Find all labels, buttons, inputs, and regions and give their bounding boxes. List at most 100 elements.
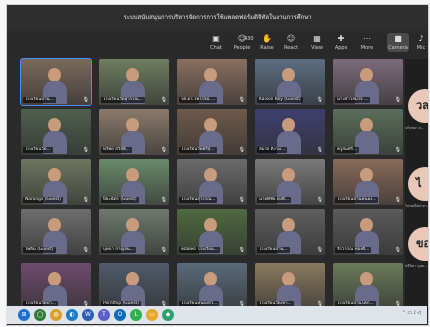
toolbar-label: Camera	[388, 45, 408, 51]
participant-tile[interactable]: โรงเรียนบ้าน... 🎙	[20, 58, 92, 106]
mic-button[interactable]: ♪ Mic	[410, 33, 428, 52]
participant-tile[interactable]: โรงเรียนวัดสุวรรณ... 🎙	[99, 59, 169, 105]
participant-tile[interactable]: โรงเรียนบ้านโคก... 🎙	[333, 263, 403, 309]
participant-tile[interactable]: นายพิชัย คงดี... 🎙	[255, 159, 325, 205]
participant-name: โรงเรียนวัดสุวรรณ...	[101, 97, 145, 103]
word-icon[interactable]: W	[82, 309, 94, 321]
participant-tile[interactable]: ไพลิน (Guest) 🎙	[21, 209, 91, 255]
participant-tile[interactable]: คณิตพร โรงเรียน... 🎙	[177, 209, 247, 255]
participant-name: โรงเรียนบ้านหนอง...	[335, 197, 379, 203]
participant-tile[interactable]: Kaison Key (Guest) 🎙	[255, 59, 325, 105]
avatar[interactable]: ไ	[408, 167, 428, 201]
mic-muted-icon: 🎙	[394, 197, 401, 203]
react-button[interactable]: ☺ React	[280, 33, 302, 52]
meeting-window: ระบบสนับสนุนการบริหารจัดการการใช้แพลตฟอร…	[6, 4, 429, 326]
app-icon[interactable]: ◆	[162, 309, 174, 321]
mic-muted-icon: 🎙	[82, 97, 89, 103]
participant-name: คณิตพร โรงเรียน...	[179, 247, 220, 253]
mic-muted-icon: 🎙	[316, 247, 323, 253]
mic-muted-icon: 🎙	[316, 97, 323, 103]
outlook-icon[interactable]: O	[114, 309, 126, 321]
participant-tile[interactable]: โรงเรียนวัดศรีสุ... 🎙	[177, 109, 247, 155]
participant-tile[interactable]: โรงเรียนบ้านหนอง... 🎙	[333, 159, 403, 205]
more-button[interactable]: ⋯ More	[356, 33, 378, 52]
mic-muted-icon: 🎙	[238, 147, 245, 153]
participant-tile[interactable]: ปิยะฉัตร (Guest) 🎙	[99, 159, 169, 205]
participant-name: นายพิชัย คงดี...	[257, 197, 292, 203]
edge-icon[interactable]: ◐	[66, 309, 78, 321]
mic-muted-icon: 🎙	[160, 147, 167, 153]
mic-muted-icon: 🎙	[394, 247, 401, 253]
search-icon[interactable]: ◯	[34, 309, 46, 321]
participant-tile[interactable]: ครูสมศรี... 🎙	[333, 109, 403, 155]
participant-tile[interactable]: โรงเรียนสุวรรณ... 🎙	[177, 159, 247, 205]
participant-tile[interactable]: โรงเรียนวัด... 🎙	[21, 109, 91, 155]
smile-icon: ☺	[286, 34, 296, 43]
participant-tile[interactable]: โรงเรียนวัดเขา... 🎙	[255, 263, 325, 309]
participant-tile[interactable]: จิรวรรณ ทองดี... 🎙	[333, 209, 403, 255]
line-icon[interactable]: L	[130, 309, 142, 321]
folder-icon[interactable]: ▭	[146, 309, 158, 321]
avatar[interactable]: ขอ	[408, 227, 428, 261]
participant-name: โรงเรียนสุวรรณ...	[179, 197, 218, 203]
participant-tile[interactable]: Narongs (Guest) 🎙	[21, 159, 91, 205]
meeting-toolbar: ▣ Chat ☺ People ✋ Raise ☺ React ▦ View ✚ Apps ⋯ More ■…	[7, 33, 428, 57]
participants-count: 430	[244, 36, 254, 42]
toolbar-label: Chat	[210, 45, 222, 51]
participant-tile[interactable]: Pornthip (Guest) 🎙	[99, 263, 169, 309]
view-button[interactable]: ▦ View	[306, 33, 328, 52]
mic-muted-icon: 🎙	[160, 97, 167, 103]
chat-button[interactable]: ▣ Chat	[205, 33, 227, 52]
participant-name: Kaison Key (Guest)	[257, 97, 303, 103]
participant-tile[interactable]: บุษบา กาญจน... 🎙	[99, 209, 169, 255]
mic-muted-icon: 🎙	[316, 147, 323, 153]
participant-tile[interactable]: นางสาวสมใจ ... 🎙	[333, 59, 403, 105]
participant-tile[interactable]: โรงเรียนหนองบัว... 🎙	[177, 263, 247, 309]
avatar[interactable]: วล	[408, 89, 428, 123]
participant-name: โรงเรียนบ้าน...	[257, 247, 290, 253]
participant-name: ทรัพย์ สวัสดิ์...	[101, 147, 132, 153]
teams-icon[interactable]: T	[98, 309, 110, 321]
participant-tile[interactable]: โรงเรียนบ้าน... 🎙	[255, 209, 325, 255]
toolbar-label: Raise	[260, 45, 274, 51]
participant-tile[interactable]: รศ.ดร.ไพโรจน์ ... 🎙	[177, 59, 247, 105]
participant-name: รศ.ดร.ไพโรจน์ ...	[179, 97, 218, 103]
camera-button[interactable]: ■ Camera	[387, 33, 409, 52]
toolbar-label: Apps	[334, 45, 348, 51]
raise-button[interactable]: ✋ Raise	[256, 33, 278, 52]
apps-icon: ✚	[337, 34, 345, 43]
participant-tile[interactable]: โรงเรียนวัดป่า... 🎙	[21, 263, 91, 309]
participant-name: ไพลิน (Guest)	[23, 247, 56, 253]
participant-name: สมใจ ดีงาม...	[257, 147, 288, 153]
mic-muted-icon: 🎙	[160, 247, 167, 253]
participant-name: โรงเรียนวัดศรีสุ...	[179, 147, 217, 153]
participant-tile[interactable]: สมใจ ดีงาม... 🎙	[255, 109, 325, 155]
mic-muted-icon: 🎙	[238, 247, 245, 253]
toolbar-label: React	[283, 45, 299, 51]
participant-name: บุษบา กาญจน...	[101, 247, 136, 253]
participant-name: จิรวรรณ ทองดี...	[335, 247, 372, 253]
participant-name: ครูสมศรี...	[335, 147, 360, 153]
video-grid: โรงเรียนบ้าน... 🎙 โรงเรียนวัดสุวรรณ... 🎙 รศ.…	[20, 58, 405, 311]
toolbar-label: More	[360, 45, 374, 51]
mic-icon: ♪	[418, 34, 424, 43]
participant-name: โรงเรียนวัด...	[23, 147, 53, 153]
mic-muted-icon: 🎙	[394, 147, 401, 153]
participant-tile[interactable]: ทรัพย์ สวัสดิ์... 🎙	[99, 109, 169, 155]
toolbar-label: Mic	[416, 45, 426, 51]
mic-muted-icon: 🎙	[82, 197, 89, 203]
window-title: ระบบสนับสนุนการบริหารจัดการการใช้แพลตฟอร…	[7, 5, 428, 31]
mic-muted-icon: 🎙	[82, 247, 89, 253]
camera-icon: ■	[394, 34, 402, 43]
system-tray[interactable]: ⌃ ▭ ⟟ ◁	[402, 310, 421, 316]
pinned-sidebar: วล ปกิจชยา ส... ไไปรษณีย์ศาลา... ขอ ขจีนิตา …	[405, 59, 428, 311]
windows-icon[interactable]: ⊞	[18, 309, 30, 321]
toolbar-label: People	[233, 45, 251, 51]
apps-button[interactable]: ✚ Apps	[330, 33, 352, 52]
mic-muted-icon: 🎙	[160, 197, 167, 203]
chrome-icon[interactable]: ◍	[50, 309, 62, 321]
avatar-caption: ปกิจชยา ส...	[405, 126, 425, 130]
participant-name: นางสาวสมใจ ...	[335, 97, 371, 103]
mic-muted-icon: 🎙	[82, 147, 89, 153]
mic-muted-icon: 🎙	[238, 97, 245, 103]
